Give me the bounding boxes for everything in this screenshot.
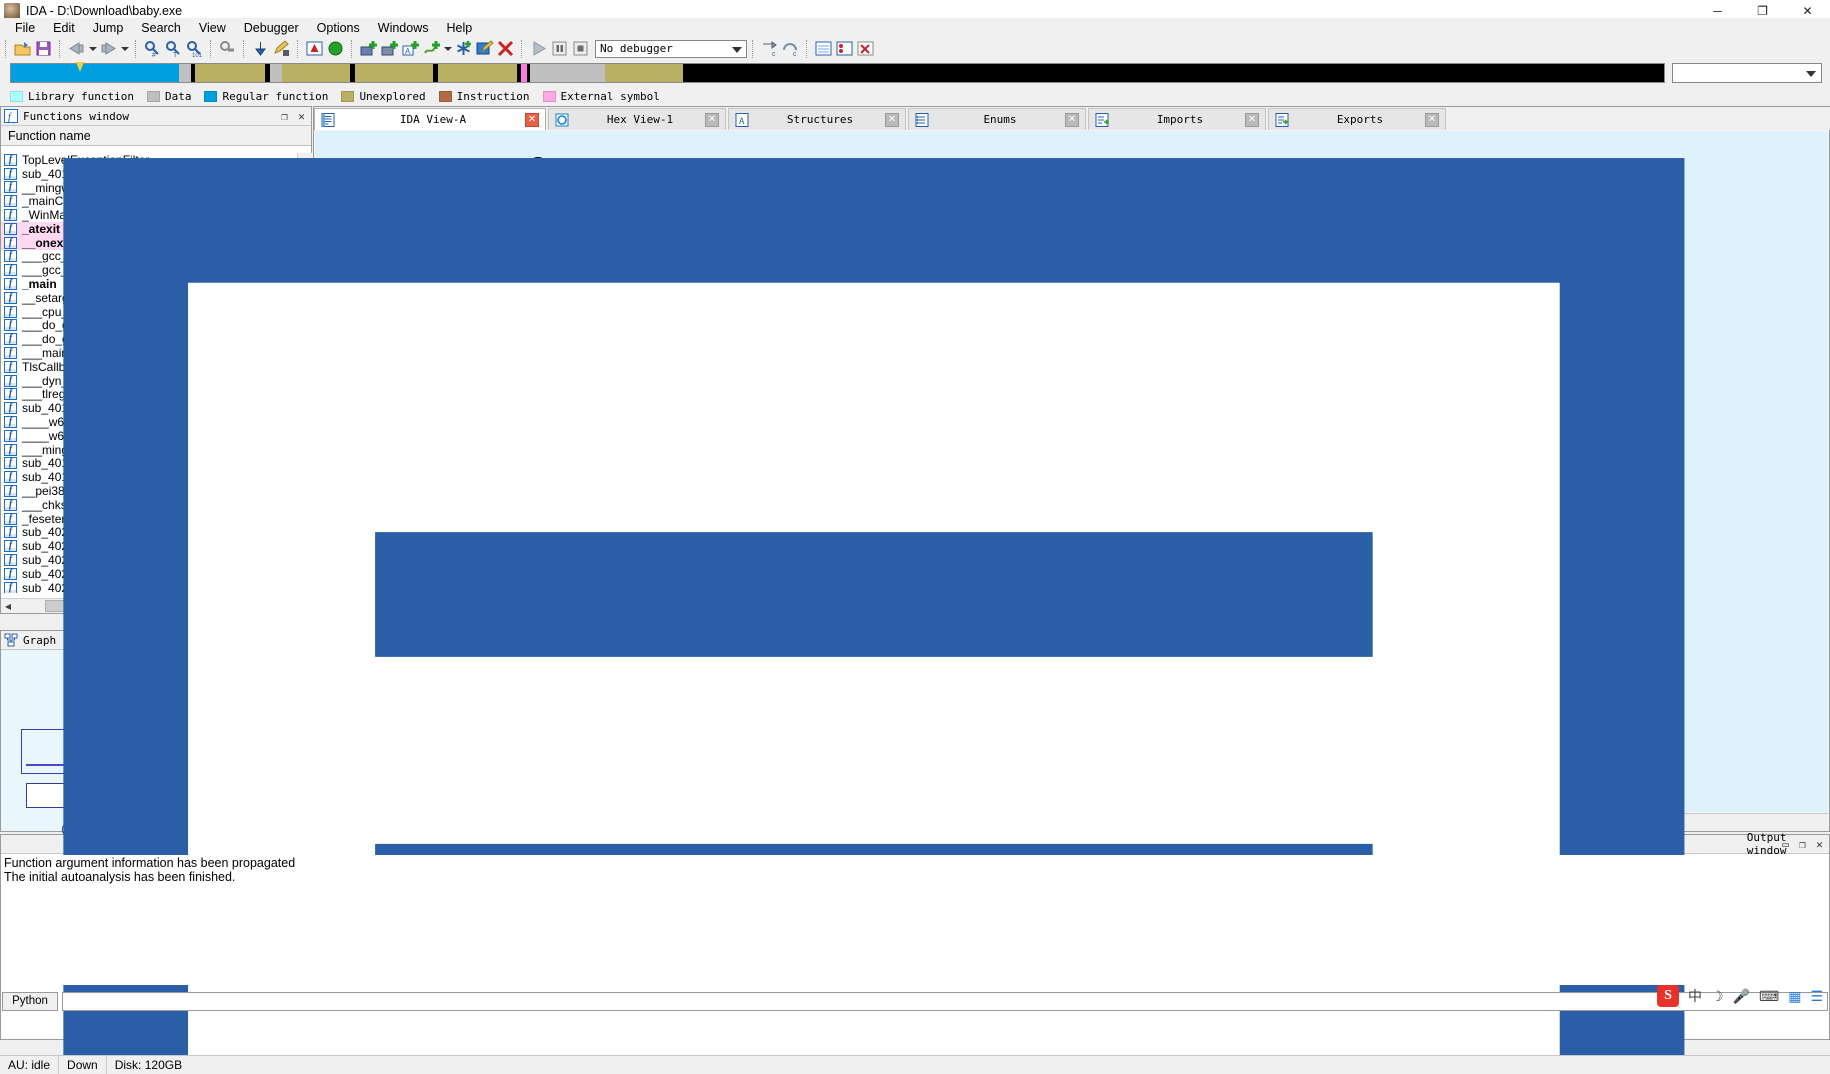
sogou-logo-icon[interactable]: S [1656,985,1679,1007]
toolbox-icon[interactable]: ▦ [1788,988,1801,1005]
output-window-controls: ▭ ❐ ✕ [1778,837,1827,852]
chevron-down-icon [1806,71,1816,77]
output-close-button[interactable]: ✕ [1812,837,1827,852]
microphone-icon[interactable]: 🎤 [1733,988,1750,1005]
output-log[interactable]: Function argument information has been p… [2,855,1828,985]
status-autoanalysis: AU: idle [0,1056,60,1074]
output-window-titlebar: Output window ▭ ❐ ✕ [1,158,1829,1074]
status-disk: Disk: 120GB [114,1058,183,1072]
menu-icon[interactable]: ☰ [1810,988,1823,1005]
moon-icon[interactable]: ☽ [1711,988,1724,1005]
python-command-input[interactable] [62,991,1828,1011]
output-window: Output window ▭ ❐ ✕ Function argument in… [0,158,1830,1074]
python-mode-button[interactable]: Python [2,991,58,1011]
output-prompt-row: Python [2,991,1828,1011]
output-log-line: Function argument information has been p… [4,856,296,870]
output-float-button[interactable]: ❐ [1795,837,1810,852]
chinese-mode-icon[interactable]: 中 [1688,986,1702,1006]
bottom-status-bar: AU: idle Down Disk: 120GB [0,1055,1830,1074]
status-down: Down [59,1056,107,1074]
output-restore-button[interactable]: ▭ [1778,837,1793,852]
output-log-line: The initial autoanalysis has been finish… [4,870,236,884]
keyboard-icon[interactable]: ⌨ [1759,988,1779,1005]
ida-application-window: IDA - D:\Download\baby.exe ─ ❐ ✕ File Ed… [0,0,1830,1074]
ime-tray: S 中 ☽ 🎤 ⌨ ▦ ☰ [1656,983,1823,1009]
